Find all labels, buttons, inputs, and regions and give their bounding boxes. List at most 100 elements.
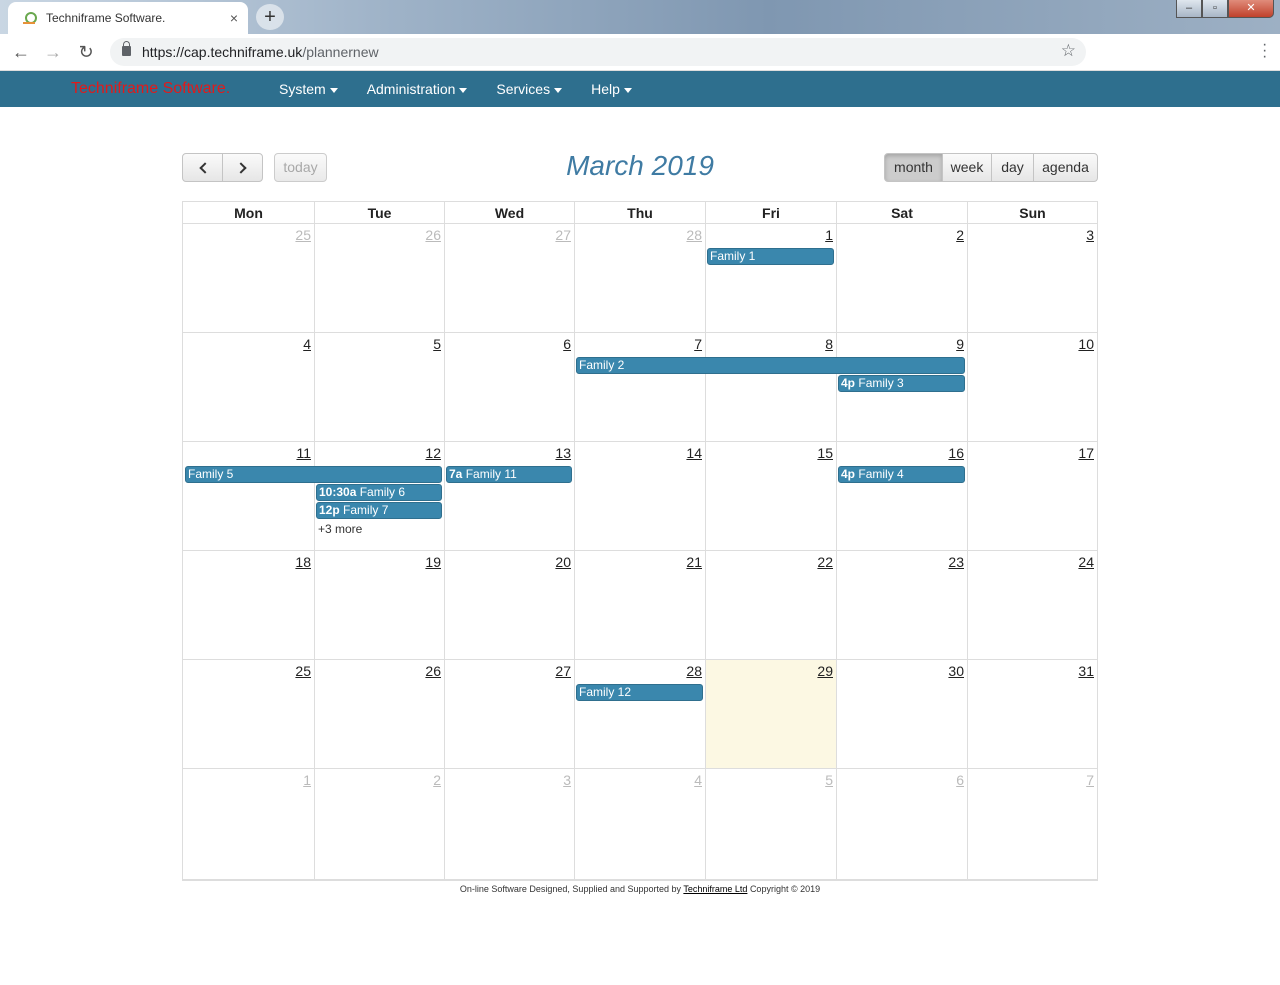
brand-logo[interactable]: Techniframe Software. xyxy=(71,80,230,98)
day-cell-thu[interactable]: 28 xyxy=(574,660,705,768)
maximize-icon[interactable]: ▫ xyxy=(1202,0,1228,18)
day-number[interactable]: 18 xyxy=(295,554,311,570)
calendar-event[interactable]: 7a Family 11 xyxy=(446,466,572,483)
day-cell-fri[interactable]: 29 xyxy=(705,660,836,768)
day-number[interactable]: 19 xyxy=(425,554,441,570)
day-number[interactable]: 14 xyxy=(686,445,702,461)
day-number[interactable]: 24 xyxy=(1078,554,1094,570)
day-cell-fri[interactable]: 1 xyxy=(705,224,836,332)
day-cell-sun[interactable]: 17 xyxy=(967,442,1097,550)
day-cell-wed[interactable]: 27 xyxy=(444,224,574,332)
day-cell-sat[interactable]: 30 xyxy=(836,660,967,768)
day-cell-mon[interactable]: 25 xyxy=(183,660,314,768)
day-cell-tue[interactable]: 26 xyxy=(314,660,444,768)
day-cell-sun[interactable]: 31 xyxy=(967,660,1097,768)
day-number[interactable]: 6 xyxy=(563,336,571,352)
day-number[interactable]: 4 xyxy=(694,772,702,788)
day-cell-mon[interactable]: 11 xyxy=(183,442,314,550)
calendar-event[interactable]: Family 5 xyxy=(185,466,442,483)
day-cell-sun[interactable]: 10 xyxy=(967,333,1097,441)
view-week-button[interactable]: week xyxy=(942,153,992,182)
day-cell-mon[interactable]: 18 xyxy=(183,551,314,659)
day-cell-fri[interactable]: 8 xyxy=(705,333,836,441)
calendar-event[interactable]: 4p Family 3 xyxy=(838,375,965,392)
day-number[interactable]: 17 xyxy=(1078,445,1094,461)
more-events-link[interactable]: +3 more xyxy=(318,522,362,536)
day-number[interactable]: 27 xyxy=(555,227,571,243)
day-number[interactable]: 20 xyxy=(555,554,571,570)
day-number[interactable]: 28 xyxy=(686,227,702,243)
day-number[interactable]: 1 xyxy=(825,227,833,243)
day-cell-mon[interactable]: 4 xyxy=(183,333,314,441)
day-cell-sat[interactable]: 23 xyxy=(836,551,967,659)
window-close-icon[interactable]: ✕ xyxy=(1228,0,1274,18)
day-cell-sat[interactable]: 16 xyxy=(836,442,967,550)
day-number[interactable]: 25 xyxy=(295,227,311,243)
day-number[interactable]: 21 xyxy=(686,554,702,570)
day-number[interactable]: 8 xyxy=(825,336,833,352)
day-cell-tue[interactable]: 2 xyxy=(314,769,444,879)
day-number[interactable]: 2 xyxy=(956,227,964,243)
day-cell-mon[interactable]: 1 xyxy=(183,769,314,879)
day-number[interactable]: 28 xyxy=(686,663,702,679)
browser-menu-icon[interactable]: · · · xyxy=(1262,37,1268,65)
day-number[interactable]: 10 xyxy=(1078,336,1094,352)
day-cell-mon[interactable]: 25 xyxy=(183,224,314,332)
day-cell-wed[interactable]: 3 xyxy=(444,769,574,879)
menu-services[interactable]: Services xyxy=(496,71,563,107)
day-cell-thu[interactable]: 28 xyxy=(574,224,705,332)
day-number[interactable]: 6 xyxy=(956,772,964,788)
day-number[interactable]: 25 xyxy=(295,663,311,679)
day-number[interactable]: 4 xyxy=(303,336,311,352)
tab-close-icon[interactable]: × xyxy=(230,10,238,26)
day-number[interactable]: 3 xyxy=(563,772,571,788)
day-number[interactable]: 26 xyxy=(425,227,441,243)
menu-administration[interactable]: Administration xyxy=(367,71,468,107)
day-cell-sun[interactable]: 3 xyxy=(967,224,1097,332)
day-number[interactable]: 30 xyxy=(948,663,964,679)
footer-company-link[interactable]: Techniframe Ltd xyxy=(683,884,747,894)
day-number[interactable]: 29 xyxy=(817,663,833,679)
day-cell-fri[interactable]: 15 xyxy=(705,442,836,550)
next-month-button[interactable] xyxy=(222,153,263,182)
day-number[interactable]: 27 xyxy=(555,663,571,679)
day-cell-wed[interactable]: 6 xyxy=(444,333,574,441)
browser-tab[interactable]: Techniframe Software. × xyxy=(8,2,248,34)
view-month-button[interactable]: month xyxy=(884,153,943,182)
day-number[interactable]: 13 xyxy=(555,445,571,461)
day-number[interactable]: 7 xyxy=(1086,772,1094,788)
day-number[interactable]: 11 xyxy=(296,445,311,461)
day-number[interactable]: 9 xyxy=(956,336,964,352)
calendar-event[interactable]: Family 2 xyxy=(576,357,965,374)
day-cell-thu[interactable]: 7 xyxy=(574,333,705,441)
day-number[interactable]: 3 xyxy=(1086,227,1094,243)
day-cell-wed[interactable]: 13 xyxy=(444,442,574,550)
day-cell-sun[interactable]: 7 xyxy=(967,769,1097,879)
day-cell-thu[interactable]: 4 xyxy=(574,769,705,879)
view-day-button[interactable]: day xyxy=(991,153,1034,182)
bookmark-star-icon[interactable]: ☆ xyxy=(1061,41,1076,61)
calendar-event[interactable]: Family 12 xyxy=(576,684,703,701)
calendar-event[interactable]: Family 1 xyxy=(707,248,834,265)
day-cell-wed[interactable]: 27 xyxy=(444,660,574,768)
day-number[interactable]: 12 xyxy=(425,445,441,461)
day-cell-fri[interactable]: 22 xyxy=(705,551,836,659)
day-cell-tue[interactable]: 26 xyxy=(314,224,444,332)
day-number[interactable]: 5 xyxy=(433,336,441,352)
day-number[interactable]: 2 xyxy=(433,772,441,788)
view-agenda-button[interactable]: agenda xyxy=(1033,153,1098,182)
day-cell-thu[interactable]: 21 xyxy=(574,551,705,659)
day-cell-tue[interactable]: 19 xyxy=(314,551,444,659)
day-number[interactable]: 16 xyxy=(948,445,964,461)
calendar-event[interactable]: 10:30a Family 6 xyxy=(316,484,442,501)
calendar-event[interactable]: 4p Family 4 xyxy=(838,466,965,483)
day-cell-thu[interactable]: 14 xyxy=(574,442,705,550)
day-number[interactable]: 26 xyxy=(425,663,441,679)
back-icon[interactable]: ← xyxy=(10,41,32,63)
day-cell-sat[interactable]: 6 xyxy=(836,769,967,879)
day-number[interactable]: 15 xyxy=(817,445,833,461)
forward-icon[interactable]: → xyxy=(42,41,64,63)
prev-month-button[interactable] xyxy=(182,153,223,182)
day-cell-wed[interactable]: 20 xyxy=(444,551,574,659)
minimize-icon[interactable]: – xyxy=(1176,0,1202,18)
